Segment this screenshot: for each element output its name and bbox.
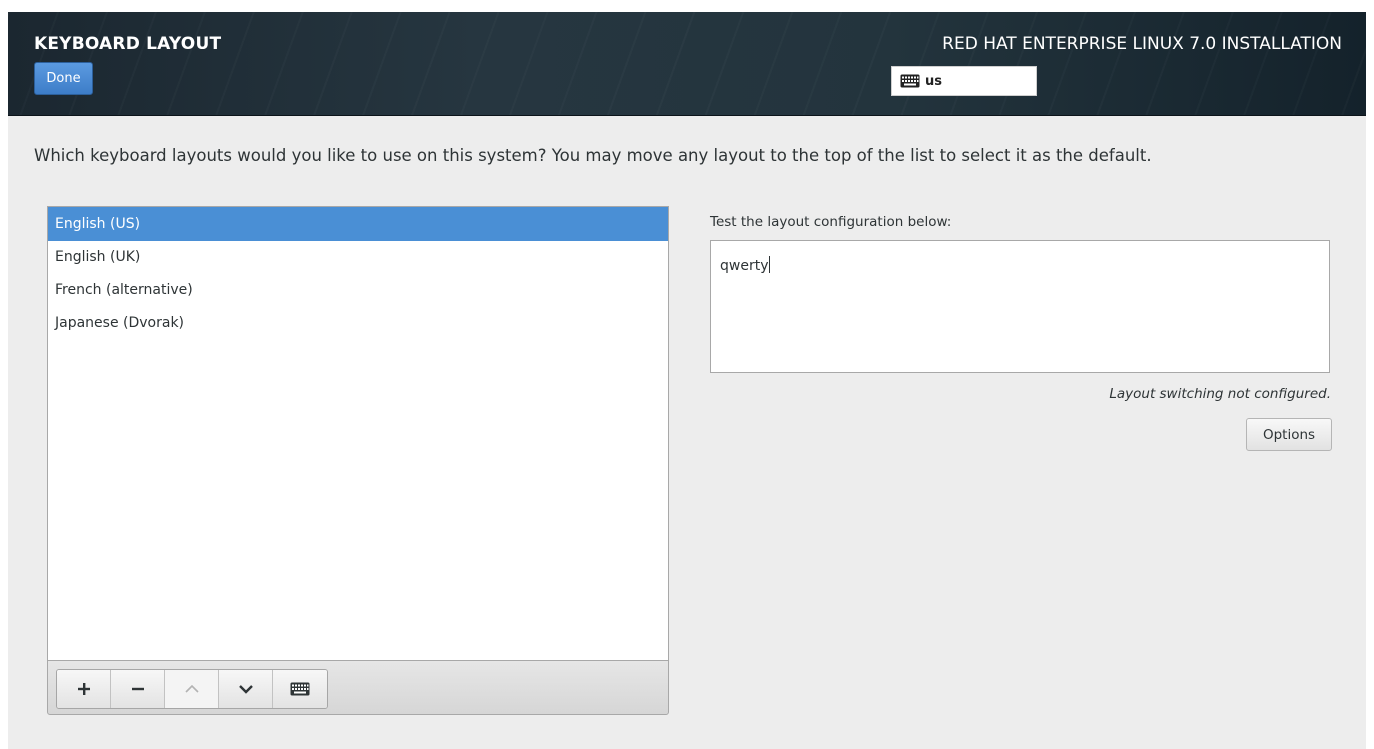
keyboard-icon (290, 682, 310, 696)
spoke-header: KEYBOARD LAYOUT Done RED HAT ENTERPRISE … (8, 12, 1366, 116)
layout-switching-status: Layout switching not configured. (1109, 386, 1331, 402)
layout-list-item[interactable]: English (UK) (48, 241, 668, 274)
keyboard-layout-indicator[interactable]: us (891, 66, 1037, 96)
layout-toolbar-buttons (56, 669, 328, 709)
done-button[interactable]: Done (34, 62, 93, 95)
minus-icon (131, 687, 144, 691)
add-layout-button[interactable] (57, 670, 111, 708)
spoke-title: KEYBOARD LAYOUT (34, 34, 222, 54)
plus-icon (77, 683, 90, 695)
layout-list: English (US) English (UK) French (altern… (47, 206, 669, 660)
move-layout-up-button[interactable] (165, 670, 219, 708)
keyboard-indicator-value: us (925, 73, 942, 89)
layout-list-item[interactable]: Japanese (Dvorak) (48, 307, 668, 340)
layout-list-item[interactable]: French (alternative) (48, 274, 668, 307)
test-layout-value: qwerty (720, 258, 769, 274)
remove-layout-button[interactable] (111, 670, 165, 708)
chevron-up-icon (184, 684, 199, 693)
options-button[interactable]: Options (1246, 418, 1332, 451)
instructions-text: Which keyboard layouts would you like to… (34, 146, 1152, 165)
layout-list-item[interactable]: English (US) (48, 207, 668, 241)
keyboard-icon (900, 74, 920, 88)
installer-window: KEYBOARD LAYOUT Done RED HAT ENTERPRISE … (8, 12, 1366, 749)
text-caret (769, 256, 771, 273)
test-layout-label: Test the layout configuration below: (710, 214, 952, 230)
chevron-down-icon (238, 685, 253, 694)
product-title: RED HAT ENTERPRISE LINUX 7.0 INSTALLATIO… (942, 34, 1342, 54)
preview-layout-button[interactable] (273, 670, 327, 708)
layout-list-toolbar (47, 660, 669, 715)
move-layout-down-button[interactable] (219, 670, 273, 708)
test-layout-input[interactable]: qwerty (710, 240, 1330, 373)
